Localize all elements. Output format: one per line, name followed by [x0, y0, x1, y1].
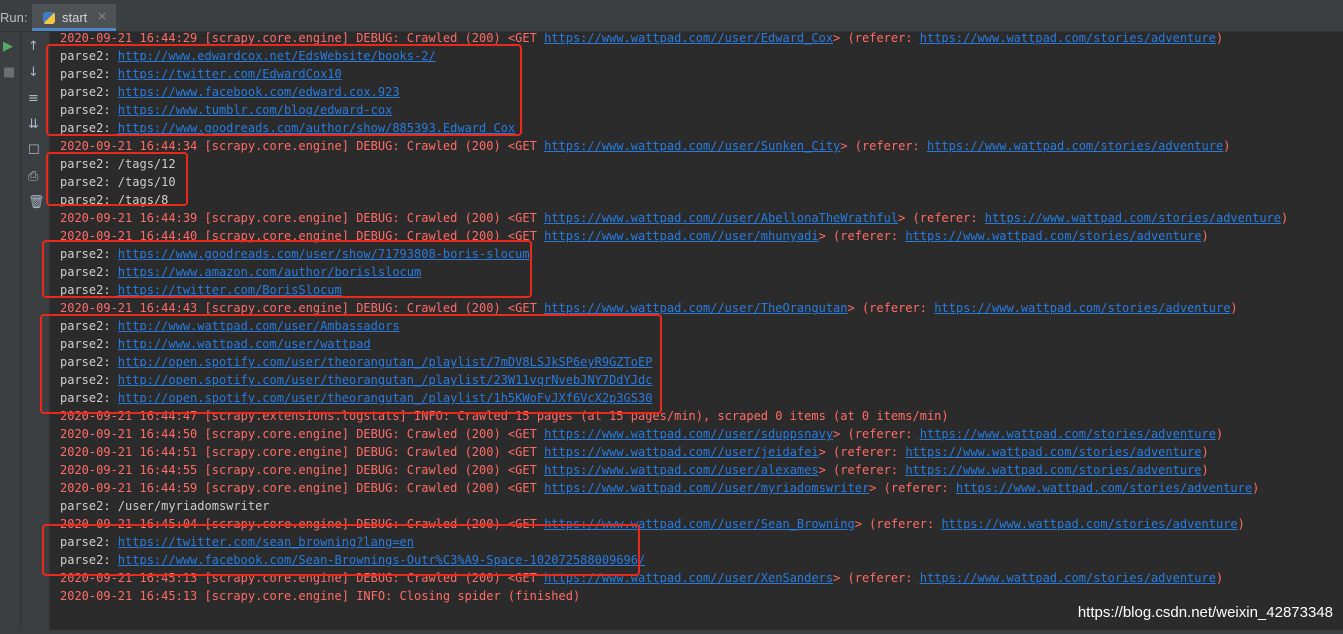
close-icon[interactable]: × — [97, 9, 107, 23]
url-link[interactable]: https://www.wattpad.com//user/sduppsnavy — [544, 427, 833, 441]
console-text: > (referer: — [840, 139, 927, 153]
url-link[interactable]: https://www.wattpad.com//user/alexames — [544, 463, 819, 477]
log-line: 2020-09-21 16:44:34 [scrapy.core.engine]… — [60, 137, 1230, 155]
soft-wrap-icon[interactable]: ≡ — [28, 92, 39, 106]
console-text: 2020-09-21 16:45:13 [scrapy.core.engine]… — [60, 589, 581, 603]
url-link[interactable]: https://www.wattpad.com/stories/adventur… — [956, 481, 1252, 495]
log-line: 2020-09-21 16:44:39 [scrapy.core.engine]… — [60, 209, 1288, 227]
console-text: > (referer: — [818, 445, 906, 459]
url-link[interactable]: https://www.wattpad.com/stories/adventur… — [941, 517, 1237, 531]
python-icon — [43, 12, 55, 24]
url-link[interactable]: https://www.wattpad.com/stories/adventur… — [927, 139, 1223, 153]
console-text: ) — [1223, 139, 1231, 153]
console-text: 2020-09-21 16:44:39 [scrapy.core.engine]… — [60, 211, 545, 225]
console-text: ) — [1215, 571, 1224, 585]
url-link[interactable]: https://www.wattpad.com/stories/adventur… — [920, 427, 1216, 441]
highlight-box — [46, 152, 188, 206]
tab-label: start — [62, 10, 88, 25]
print-icon[interactable]: ⎙ — [28, 170, 38, 184]
console-text: ) — [1201, 463, 1209, 477]
scroll-up-icon[interactable]: ↑ — [28, 40, 39, 54]
console-text: ) — [1230, 301, 1238, 315]
pin-icon[interactable]: ☐ — [28, 144, 40, 158]
console-text: > (referer: — [833, 32, 920, 45]
url-link[interactable]: https://www.wattpad.com/stories/adventur… — [905, 463, 1201, 477]
tab-start[interactable]: start × — [32, 4, 116, 31]
url-link[interactable]: https://www.wattpad.com//user/AbellonaTh… — [544, 211, 898, 225]
log-line: 2020-09-21 16:44:51 [scrapy.core.engine]… — [60, 443, 1209, 461]
rerun-icon[interactable]: ▶ — [3, 40, 13, 54]
output-line: parse2: /user/myriadomswriter — [60, 497, 270, 515]
url-link[interactable]: https://www.wattpad.com//user/myriadomsw… — [544, 481, 869, 495]
console-text: ) — [1215, 427, 1224, 441]
bottom-toolwindow-bar — [0, 630, 1343, 634]
console-text: > (referer: — [898, 211, 985, 225]
url-link[interactable]: https://www.wattpad.com/stories/adventur… — [934, 301, 1230, 315]
url-link[interactable]: https://www.wattpad.com/stories/adventur… — [905, 445, 1201, 459]
url-link[interactable]: https://www.wattpad.com//user/Edward_Cox — [544, 32, 833, 45]
run-label: Run: — [0, 10, 28, 25]
console-text: ) — [1201, 229, 1209, 243]
trash-icon[interactable]: 🗑 — [28, 196, 45, 210]
console-text: > (referer: — [854, 517, 942, 531]
url-link[interactable]: https://www.wattpad.com/stories/adventur… — [920, 571, 1216, 585]
console-text: > (referer: — [833, 427, 920, 441]
highlight-box — [40, 314, 662, 414]
console-text: ) — [1281, 211, 1289, 225]
log-line: 2020-09-21 16:44:59 [scrapy.core.engine]… — [60, 479, 1259, 497]
console-text: > (referer: — [818, 229, 906, 243]
console-text: > (referer: — [833, 571, 920, 585]
stop-icon[interactable]: ■ — [3, 66, 15, 80]
log-line: 2020-09-21 16:45:13 [scrapy.core.engine]… — [60, 587, 580, 605]
console-text: 2020-09-21 16:44:51 [scrapy.core.engine]… — [60, 445, 545, 459]
log-line: 2020-09-21 16:44:55 [scrapy.core.engine]… — [60, 461, 1209, 479]
run-controls: ▶ ■ — [0, 32, 21, 630]
url-link[interactable]: https://www.wattpad.com//user/TheOrangut… — [544, 301, 847, 315]
console-text: > (referer: — [869, 481, 956, 495]
scroll-down-icon[interactable]: ↓ — [28, 66, 39, 80]
console-text: 2020-09-21 16:44:43 [scrapy.core.engine]… — [60, 301, 545, 315]
highlight-box — [42, 524, 640, 576]
url-link[interactable]: https://www.wattpad.com//user/jeidafei — [544, 445, 819, 459]
scroll-to-end-icon[interactable]: ⇊ — [28, 118, 39, 132]
console-text: ) — [1237, 517, 1245, 531]
highlight-box — [46, 44, 522, 136]
console-text: ) — [1215, 32, 1224, 45]
run-toolbar: Run: start × — [0, 0, 1343, 32]
console-text: ) — [1201, 445, 1209, 459]
console-text: 2020-09-21 16:44:59 [scrapy.core.engine]… — [60, 481, 545, 495]
url-link[interactable]: https://www.wattpad.com/stories/adventur… — [905, 229, 1201, 243]
url-link[interactable]: https://www.wattpad.com/stories/adventur… — [920, 32, 1216, 45]
console-text: parse2: /user/myriadomswriter — [60, 499, 270, 513]
url-link[interactable]: https://www.wattpad.com/stories/adventur… — [985, 211, 1281, 225]
url-link[interactable]: https://www.wattpad.com//user/Sunken_Cit… — [544, 139, 840, 153]
watermark: https://blog.csdn.net/weixin_42873348 — [1077, 604, 1333, 621]
console-text: 2020-09-21 16:44:55 [scrapy.core.engine]… — [60, 463, 545, 477]
url-link[interactable]: https://www.wattpad.com//user/mhunyadi — [544, 229, 819, 243]
highlight-box — [42, 240, 532, 298]
console-text: 2020-09-21 16:44:34 [scrapy.core.engine]… — [60, 139, 545, 153]
log-line: 2020-09-21 16:44:50 [scrapy.core.engine]… — [60, 425, 1223, 443]
console-text: > (referer: — [818, 463, 906, 477]
console-text: ) — [1252, 481, 1260, 495]
console-text: > (referer: — [847, 301, 935, 315]
console-text: 2020-09-21 16:44:50 [scrapy.core.engine]… — [60, 427, 545, 441]
